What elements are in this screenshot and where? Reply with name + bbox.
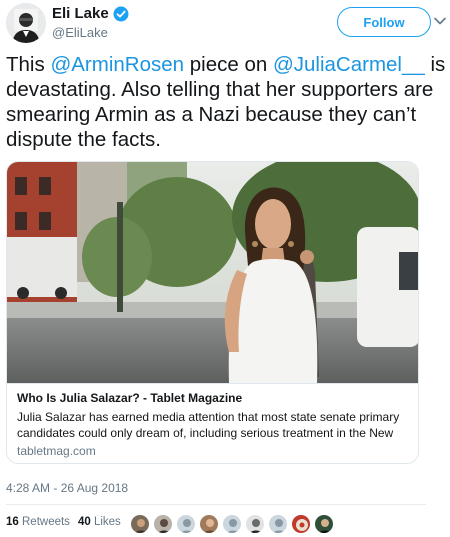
card-domain: tabletmag.com xyxy=(17,444,96,458)
author-display-name[interactable]: Eli Lake xyxy=(52,5,109,22)
follow-button[interactable]: Follow xyxy=(337,7,431,37)
avatar-icon xyxy=(200,515,218,533)
tweet-stats: 16 Retweets 40 Likes xyxy=(6,516,121,528)
avatar-icon xyxy=(269,515,287,533)
author-name-row: Eli Lake xyxy=(52,5,129,22)
likes-stat[interactable]: 40 Likes xyxy=(78,516,121,528)
tweet-header: Eli Lake @EliLake Follow xyxy=(6,3,446,43)
card-photo[interactable] xyxy=(7,162,419,383)
likes-count: 40 xyxy=(77,516,91,528)
mention-link[interactable]: @ArminRosen xyxy=(50,53,184,76)
avatar-icon xyxy=(131,515,149,533)
divider xyxy=(6,504,426,505)
chevron-down-icon[interactable] xyxy=(433,14,447,28)
liker-avatars xyxy=(130,514,334,534)
liker-avatar[interactable] xyxy=(268,514,288,534)
card-body[interactable]: Who Is Julia Salazar? - Tablet Magazine … xyxy=(7,383,418,463)
avatar-icon xyxy=(292,515,310,533)
likes-label: Likes xyxy=(93,516,121,528)
tweet-text-part: piece on xyxy=(184,53,273,76)
tweet-text-part: This xyxy=(6,53,51,76)
verified-badge-icon xyxy=(113,6,129,21)
avatar-icon xyxy=(223,515,241,533)
link-card[interactable]: Who Is Julia Salazar? - Tablet Magazine … xyxy=(6,161,419,464)
liker-avatar[interactable] xyxy=(199,514,219,534)
liker-avatar[interactable] xyxy=(291,514,311,534)
card-title[interactable]: Who Is Julia Salazar? - Tablet Magazine xyxy=(17,391,410,406)
avatar-icon xyxy=(6,3,46,43)
avatar-icon xyxy=(246,515,264,533)
author-avatar[interactable] xyxy=(6,3,46,43)
card-description: Julia Salazar has earned media attention… xyxy=(17,410,400,440)
liker-avatar[interactable] xyxy=(130,514,150,534)
tweet-timestamp[interactable]: 4:28 AM - 26 Aug 2018 xyxy=(6,481,128,495)
avatar-icon xyxy=(154,515,172,533)
author-handle[interactable]: @EliLake xyxy=(52,25,108,40)
retweets-count: 16 xyxy=(6,516,19,528)
avatar-icon xyxy=(315,515,333,533)
retweets-label: Retweets xyxy=(22,516,70,528)
mention-link[interactable]: @JuliaCarmel__ xyxy=(273,53,425,76)
avatar-icon xyxy=(177,515,195,533)
liker-avatar[interactable] xyxy=(314,514,334,534)
tweet-text: This @ArminRosen piece on @JuliaCarmel__… xyxy=(6,52,446,152)
liker-avatar[interactable] xyxy=(176,514,196,534)
liker-avatar[interactable] xyxy=(153,514,173,534)
retweets-stat[interactable]: 16 Retweets xyxy=(6,516,70,528)
liker-avatar[interactable] xyxy=(245,514,265,534)
liker-avatar[interactable] xyxy=(222,514,242,534)
